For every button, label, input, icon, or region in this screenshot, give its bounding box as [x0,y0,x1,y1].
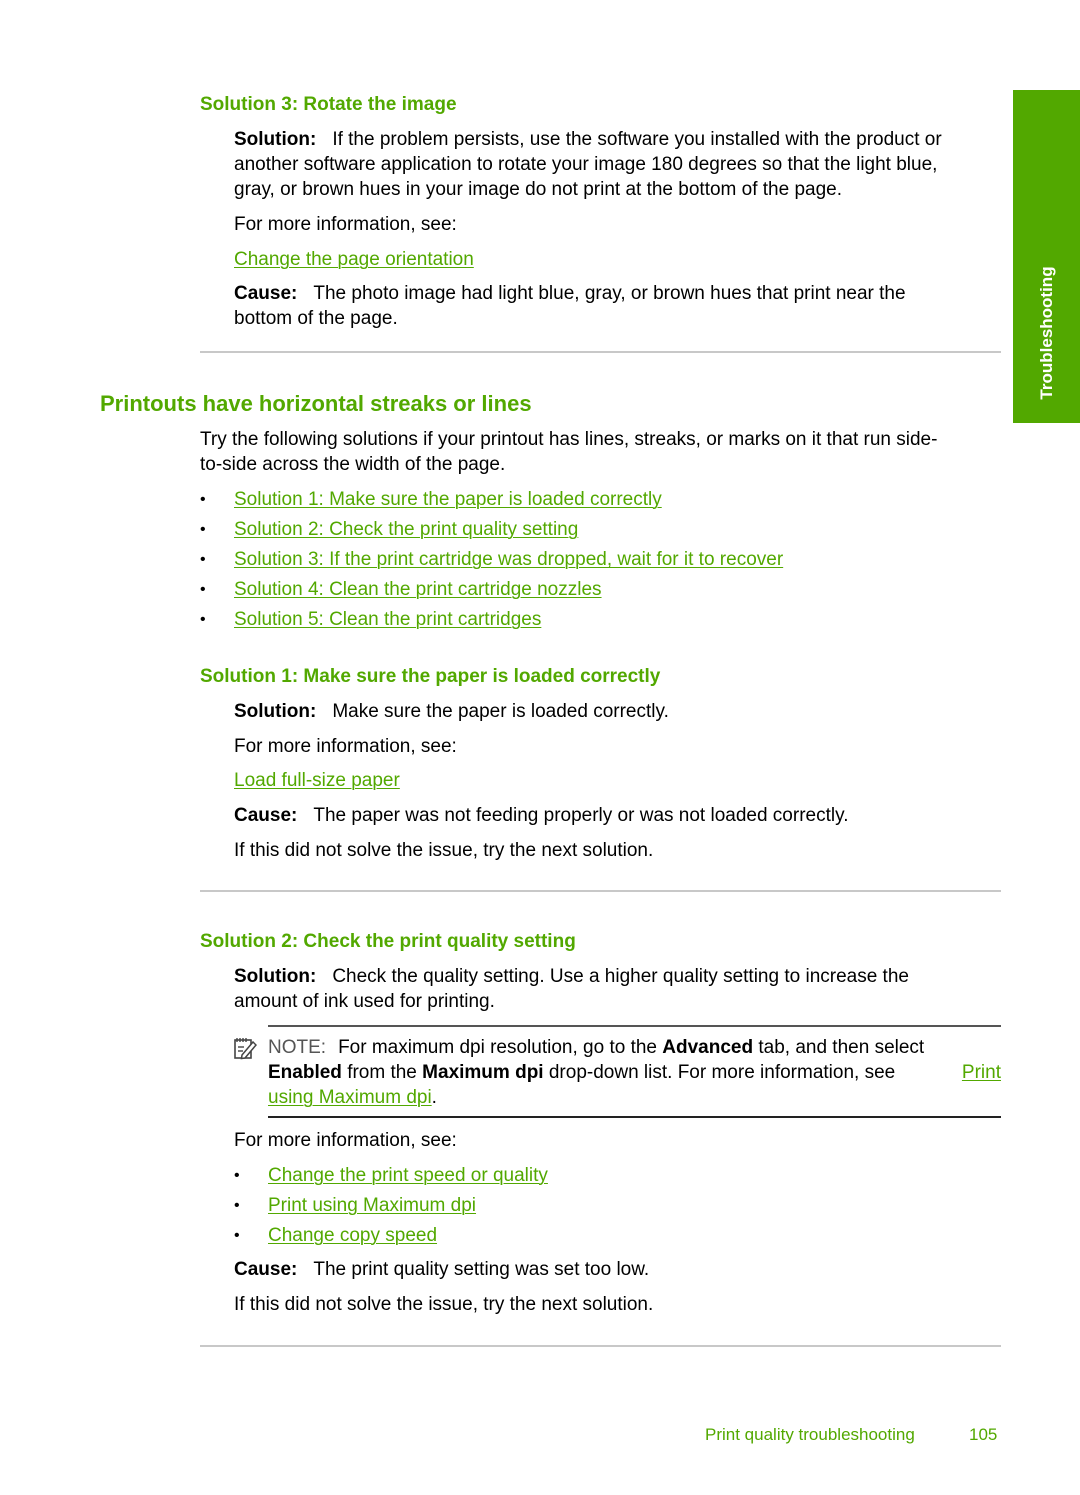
page-number: 105 [969,1425,998,1444]
note-line2: Enabled from the Maximum dpi drop-down l… [268,1060,1001,1085]
note-text: from the [347,1062,417,1083]
note-top-rule [268,1025,1001,1027]
footer-section-title: Print quality troubleshooting [705,1425,915,1444]
bullet: • [234,1227,240,1244]
section-divider [200,351,1001,353]
bullet: • [200,521,206,538]
note-text: tab, and then select [758,1037,925,1058]
solution-2-link[interactable]: Solution 2: Check the print quality sett… [234,519,578,540]
cause-label: Cause: [234,805,298,826]
note-line3: using Maximum dpi. [268,1085,437,1110]
cause-text: The print quality setting was set too lo… [313,1259,650,1280]
note-bold-enabled: Enabled [268,1062,342,1083]
solution-label: Solution: [234,701,317,722]
note-text: For maximum dpi resolution, go to the [338,1037,657,1058]
rotate-solution-line3: gray, or brown hues in your image do not… [234,179,843,200]
sol1-more-info: For more information, see: [234,736,457,757]
bullet: • [234,1197,240,1214]
solution-3-link[interactable]: Solution 3: If the print cartridge was d… [234,549,783,570]
solution-5-link[interactable]: Solution 5: Clean the print cartridges [234,609,541,630]
change-page-orientation-link[interactable]: Change the page orientation [234,249,474,270]
section-divider [200,1345,1001,1347]
print-maximum-dpi-link[interactable]: Print using Maximum dpi [268,1195,476,1216]
note-line1: NOTE: For maximum dpi resolution, go to t… [268,1035,924,1060]
note-bottom-rule [268,1116,1001,1118]
solution-text: Check the quality setting. Use a higher … [332,966,909,987]
rotate-cause-line1: Cause: The photo image had light blue, gr… [234,281,906,306]
solution-4-link[interactable]: Solution 4: Clean the print cartridge no… [234,579,602,600]
section-divider [200,890,1001,892]
solution-2-heading: Solution 2: Check the print quality sett… [200,931,576,952]
cause-label: Cause: [234,283,298,304]
streaks-heading: Printouts have horizontal streaks or lin… [100,391,532,416]
rotate-cause-line2: bottom of the page. [234,308,398,329]
cause-text: The photo image had light blue, gray, or… [313,283,906,304]
note-bold-maximum-dpi: Maximum dpi [422,1062,544,1083]
note-bold-advanced: Advanced [662,1037,754,1058]
print-using-maximum-dpi-link-part1[interactable]: Print [962,1060,1001,1085]
side-tab-label: Troubleshooting [1036,266,1056,400]
streaks-intro-line1: Try the following solutions if your prin… [200,429,938,450]
solution-1-link[interactable]: Solution 1: Make sure the paper is loade… [234,489,662,510]
bullet: • [200,551,206,568]
sol2-next: If this did not solve the issue, try the… [234,1294,654,1315]
cause-label: Cause: [234,1259,298,1280]
bullet: • [200,581,206,598]
rotate-more-info: For more information, see: [234,214,457,235]
note-end: . [431,1087,437,1108]
change-copy-speed-link[interactable]: Change copy speed [268,1225,437,1246]
change-print-speed-link[interactable]: Change the print speed or quality [268,1165,548,1186]
bullet: • [234,1167,240,1184]
solution-label: Solution: [234,966,317,987]
cause-text: The paper was not feeding properly or wa… [313,805,849,826]
solution-text: Make sure the paper is loaded correctly. [332,701,669,722]
bullet: • [200,491,206,508]
sol1-cause: Cause: The paper was not feeding properly… [234,803,848,828]
rotate-solution-line2: another software application to rotate y… [234,154,938,175]
rotate-heading: Solution 3: Rotate the image [200,94,457,115]
note-text: drop-down list. For more information, se… [548,1062,896,1083]
sol2-solution-line1: Solution: Check the quality setting. Use … [234,964,909,989]
sol1-solution: Solution: Make sure the paper is loaded c… [234,699,669,724]
solution-label: Solution: [234,129,317,150]
streaks-intro-line2: to-side across the width of the page. [200,454,506,475]
solution-1-heading: Solution 1: Make sure the paper is loade… [200,666,661,687]
sol1-next: If this did not solve the issue, try the… [234,840,654,861]
solution-text: If the problem persists, use the softwar… [332,129,942,150]
rotate-solution-line1: Solution: If the problem persists, use th… [234,127,942,152]
side-tab: Troubleshooting [1013,90,1080,423]
print-using-maximum-dpi-link-part2[interactable]: using Maximum dpi [268,1087,432,1108]
sol2-more-info: For more information, see: [234,1130,457,1151]
sol2-cause: Cause: The print quality setting was set … [234,1257,649,1282]
load-full-size-paper-link[interactable]: Load full-size paper [234,770,400,791]
note-label: NOTE: [268,1037,327,1058]
note-icon [233,1036,258,1060]
side-tab-label-wrap: Troubleshooting [1013,253,1080,413]
sol2-solution-line2: amount of ink used for printing. [234,991,495,1012]
bullet: • [200,611,206,628]
